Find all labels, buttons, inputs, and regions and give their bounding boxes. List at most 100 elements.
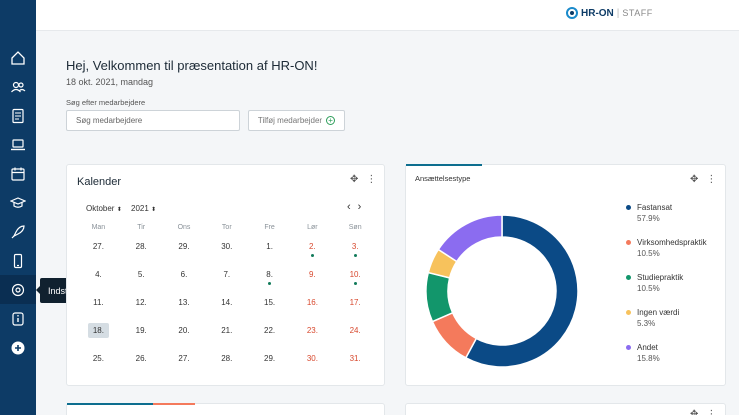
calendar-day[interactable]: 29. xyxy=(248,350,291,378)
calendar-day[interactable]: 29. xyxy=(163,238,206,266)
weekday-label: Man xyxy=(91,224,106,231)
calendar-day[interactable]: 12. xyxy=(120,294,163,322)
calendar-day[interactable]: 31. xyxy=(334,350,377,378)
logo-product: STAFF xyxy=(622,8,653,18)
weekday-label: Fre xyxy=(264,224,275,231)
legend-item[interactable]: Ingen værdi 5.3% xyxy=(625,307,707,329)
add-employee-button[interactable]: Tilføj medarbejder + xyxy=(248,110,345,131)
chevron-right-icon[interactable]: › xyxy=(358,201,362,213)
calendar-day[interactable]: 20. xyxy=(163,322,206,350)
calendar-day[interactable]: 4. xyxy=(77,266,120,294)
more-options-icon[interactable]: ⋮ xyxy=(706,174,716,185)
calendar-day[interactable]: 27. xyxy=(77,238,120,266)
move-icon[interactable]: ✥ xyxy=(350,174,358,185)
calendar-icon xyxy=(11,167,25,181)
legend-item[interactable]: Andet 15.8% xyxy=(625,342,707,364)
calendar-day[interactable]: 19. xyxy=(120,322,163,350)
calendar-day[interactable]: 22. xyxy=(248,322,291,350)
move-icon[interactable]: ✥ xyxy=(690,409,698,415)
more-options-icon[interactable]: ⋮ xyxy=(366,174,376,185)
calendar-week: 11. 12. 13. 14. 15. 16. 17. xyxy=(77,294,377,322)
sidebar-item-graduation-cap[interactable] xyxy=(0,188,36,217)
calendar-day[interactable]: 24. xyxy=(334,322,377,350)
sidebar-item-add-circle[interactable] xyxy=(0,333,36,362)
calendar-day[interactable]: 15. xyxy=(248,294,291,322)
calendar-day[interactable]: 30. xyxy=(205,238,248,266)
calendar-day[interactable]: 13. xyxy=(163,294,206,322)
weekday-label: Tir xyxy=(137,224,146,231)
add-employee-label: Tilføj medarbejder xyxy=(257,116,323,125)
sidebar-item-laptop[interactable] xyxy=(0,130,36,159)
calendar-day[interactable]: 11. xyxy=(77,294,120,322)
calendar-day[interactable]: 7. xyxy=(205,266,248,294)
search-input[interactable]: Søg medarbejdere xyxy=(66,110,240,131)
donut-slice-2[interactable] xyxy=(426,271,454,323)
calendar-week: 4. 5. 6. 7. 8. 9. 10. xyxy=(77,266,377,294)
legend-item[interactable]: Virksomhedspraktik 10.5% xyxy=(625,237,707,259)
calendar-day[interactable]: 10. xyxy=(334,266,377,294)
calendar-day-today[interactable]: 18. xyxy=(77,322,120,350)
search-label: Søg efter medarbejdere xyxy=(66,98,146,107)
legend-value: 10.5% xyxy=(637,249,660,258)
calendar-day[interactable]: 28. xyxy=(205,350,248,378)
calendar-day[interactable]: 9. xyxy=(291,266,334,294)
calendar-day[interactable]: 17. xyxy=(334,294,377,322)
calendar-day[interactable]: 28. xyxy=(120,238,163,266)
sidebar-item-calendar[interactable] xyxy=(0,159,36,188)
app-logo[interactable]: HR-ON | STAFF xyxy=(566,7,653,19)
sidebar-item-phone[interactable] xyxy=(0,246,36,275)
legend-item[interactable]: Fastansat 57.9% xyxy=(625,202,707,224)
chevron-left-icon[interactable]: ‹ xyxy=(347,201,351,213)
graduation-cap-icon xyxy=(10,196,26,208)
year-select[interactable]: 2021 ⬍ xyxy=(131,204,156,213)
calendar-day[interactable]: 26. xyxy=(120,350,163,378)
add-circle-icon xyxy=(11,341,25,354)
calendar-day[interactable]: 8. xyxy=(248,266,291,294)
calendar-week: 18. 19. 20. 21. 22. 23. 24. xyxy=(77,322,377,350)
calendar-day[interactable]: 27. xyxy=(163,350,206,378)
calendar-title: Kalender xyxy=(77,176,122,188)
calendar-day[interactable]: 2. xyxy=(291,238,334,266)
sidebar-item-rocket[interactable] xyxy=(0,217,36,246)
rocket-icon xyxy=(11,224,25,238)
donut-slice-4[interactable] xyxy=(437,215,503,263)
logo-text: HR-ON xyxy=(581,7,614,19)
settings-icon xyxy=(11,283,25,296)
month-select[interactable]: Oktober ⬍ xyxy=(86,204,122,213)
calendar-day[interactable]: 21. xyxy=(205,322,248,350)
calendar-day[interactable]: 5. xyxy=(120,266,163,294)
sidebar-item-users[interactable] xyxy=(0,72,36,101)
chart-legend: Fastansat 57.9% Virksomhedspraktik 10.5% Stu… xyxy=(625,202,707,377)
event-dot xyxy=(268,282,272,285)
sidebar-item-settings[interactable] xyxy=(0,275,36,304)
event-dot xyxy=(310,254,314,257)
weekday-label: Søn xyxy=(348,224,362,231)
calendar-day[interactable]: 1. xyxy=(248,238,291,266)
calendar-day[interactable]: 14. xyxy=(205,294,248,322)
legend-swatch xyxy=(626,345,631,350)
sidebar-item-home[interactable] xyxy=(0,43,36,72)
legend-swatch xyxy=(626,275,631,280)
legend-label: Fastansat xyxy=(637,203,673,212)
legend-value: 5.3% xyxy=(637,319,656,328)
legend-item[interactable]: Studiepraktik 10.5% xyxy=(625,272,707,294)
legend-swatch xyxy=(626,310,631,315)
legend-label: Studiepraktik xyxy=(637,273,684,282)
legend-swatch xyxy=(626,240,631,245)
card-tab-indicator xyxy=(153,403,195,405)
current-date: 18 okt. 2021, mandag xyxy=(66,77,154,87)
more-options-icon[interactable]: ⋮ xyxy=(706,409,716,415)
sidebar xyxy=(0,0,36,415)
bottom-card-actions: ✥ ⋮ xyxy=(690,409,716,415)
calendar-day[interactable]: 16. xyxy=(291,294,334,322)
move-icon[interactable]: ✥ xyxy=(690,174,698,185)
calendar-day[interactable]: 3. xyxy=(334,238,377,266)
info-icon xyxy=(12,311,24,326)
sidebar-item-info[interactable] xyxy=(0,304,36,333)
sidebar-item-document[interactable] xyxy=(0,101,36,130)
top-bar: HR-ON | STAFF xyxy=(36,0,739,31)
calendar-day[interactable]: 6. xyxy=(163,266,206,294)
calendar-day[interactable]: 30. xyxy=(291,350,334,378)
calendar-day[interactable]: 25. xyxy=(77,350,120,378)
calendar-day[interactable]: 23. xyxy=(291,322,334,350)
